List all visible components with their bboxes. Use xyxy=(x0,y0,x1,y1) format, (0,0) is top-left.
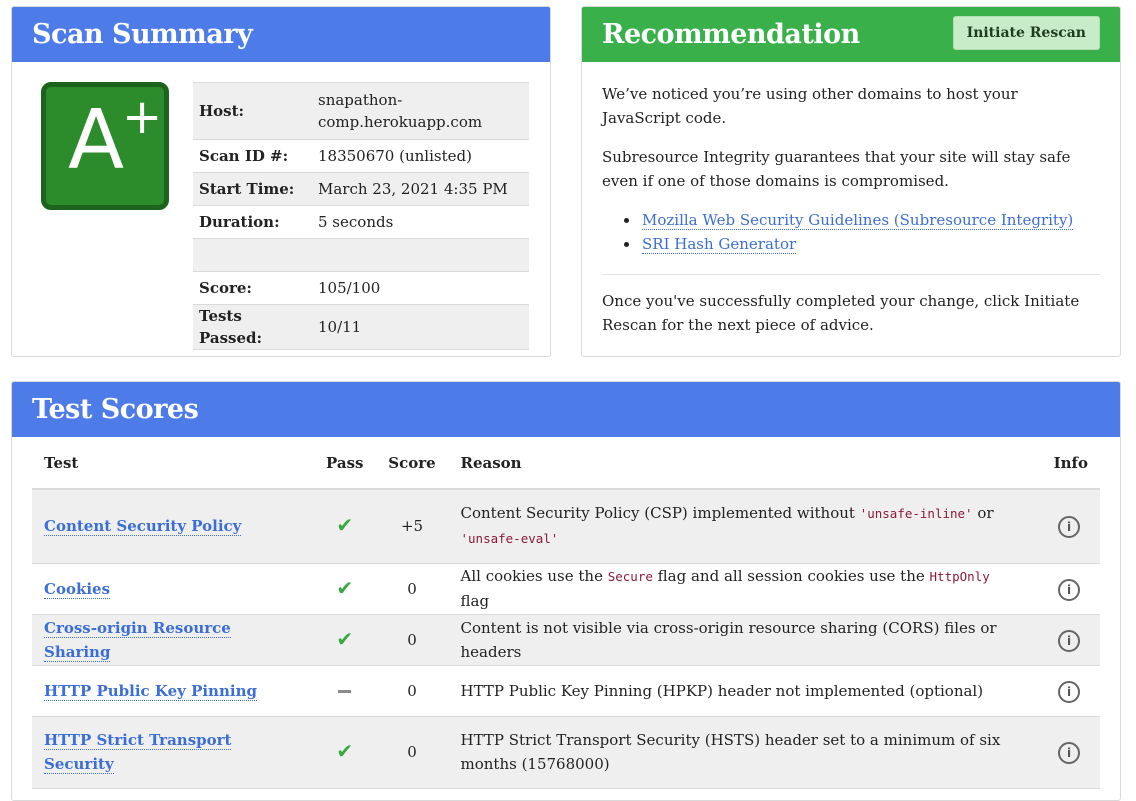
score-cell: 0 xyxy=(375,665,449,717)
reason-cell: All cookies use the Secure flag and all … xyxy=(448,563,1030,615)
table-row: Content Security Policy ✔ +5 Content Sec… xyxy=(32,489,1100,564)
grade-letter: A xyxy=(68,93,125,188)
recommendation-text: Once you've successfully completed your … xyxy=(602,292,1080,334)
reason-cell: HTTP Public Key Pinning (HPKP) header no… xyxy=(448,665,1030,717)
mozilla-guidelines-link[interactable]: Mozilla Web Security Guidelines (Subreso… xyxy=(642,211,1074,230)
recommendation-text: We’ve noticed you’re using other domains… xyxy=(602,85,1018,127)
divider xyxy=(602,274,1100,275)
tests-passed-value: 10/11 xyxy=(312,304,529,350)
info-icon[interactable]: i xyxy=(1058,578,1080,601)
test-link-cookies[interactable]: Cookies xyxy=(44,579,111,599)
reason-text: flag and all session cookies use the xyxy=(652,567,930,585)
dash-icon xyxy=(338,690,352,693)
col-header-info: Info xyxy=(1030,437,1100,490)
recommendation-text: Subresource Integrity guarantees that yo… xyxy=(602,148,1071,190)
test-link-cors[interactable]: Cross-origin Resource Sharing xyxy=(44,618,231,662)
code-text: Secure xyxy=(607,569,653,584)
score-cell: 0 xyxy=(375,716,449,789)
initiate-rescan-button[interactable]: Initiate Rescan xyxy=(952,16,1100,50)
duration-label: Duration: xyxy=(193,205,312,239)
reason-text: Content Security Policy (CSP) implemente… xyxy=(460,504,860,523)
score-cell: 0 xyxy=(375,563,449,615)
code-text: 'unsafe-inline' xyxy=(859,506,973,522)
recommendation-title: Recommendation xyxy=(602,19,860,50)
duration-value: 5 seconds xyxy=(312,205,529,239)
start-time-label: Start Time: xyxy=(193,172,312,206)
host-label: Host: xyxy=(193,82,312,140)
test-link-csp[interactable]: Content Security Policy xyxy=(44,517,242,537)
recommendation-panel: Recommendation Initiate Rescan We’ve not… xyxy=(581,6,1121,357)
reason-text: or xyxy=(972,504,994,523)
code-text: HttpOnly xyxy=(929,569,990,584)
host-value: snapathon-comp.herokuapp.com xyxy=(312,82,529,140)
test-scores-table: Test Pass Score Reason Info Content Secu… xyxy=(32,437,1100,789)
test-scores-title: Test Scores xyxy=(12,382,1120,437)
scan-summary-title: Scan Summary xyxy=(12,7,550,62)
info-icon[interactable]: i xyxy=(1058,629,1080,652)
start-time-value: March 23, 2021 4:35 PM xyxy=(312,172,529,206)
list-item: Mozilla Web Security Guidelines (Subreso… xyxy=(622,208,1100,232)
recommendation-links: Mozilla Web Security Guidelines (Subreso… xyxy=(602,208,1100,256)
recommendation-header: Recommendation Initiate Rescan xyxy=(582,7,1120,62)
test-link-hsts[interactable]: HTTP Strict Transport Security xyxy=(44,731,232,774)
info-icon[interactable]: i xyxy=(1058,516,1080,539)
info-icon[interactable]: i xyxy=(1058,680,1080,703)
recommendation-body: We’ve noticed you’re using other domains… xyxy=(582,62,1120,337)
reason-text: flag xyxy=(460,592,490,610)
scan-info-table: Host: snapathon-comp.herokuapp.com Scan … xyxy=(193,82,529,350)
score-cell: +5 xyxy=(375,489,449,564)
score-label: Score: xyxy=(193,271,312,305)
empty-cell xyxy=(193,238,312,272)
sri-hash-generator-link[interactable]: SRI Hash Generator xyxy=(642,235,797,254)
table-row: Cookies ✔ 0 All cookies use the Secure f… xyxy=(32,563,1100,615)
score-value: 105/100 xyxy=(312,271,529,305)
test-scores-panel: Test Scores Test Pass Score Reason Info … xyxy=(11,381,1121,801)
table-row: HTTP Public Key Pinning 0 HTTP Public Ke… xyxy=(32,665,1100,717)
reason-text: All cookies use the xyxy=(460,567,608,585)
col-header-score: Score xyxy=(375,437,449,490)
list-item: SRI Hash Generator xyxy=(622,232,1100,256)
check-icon: ✔ xyxy=(336,739,354,763)
tests-passed-label: Tests Passed: xyxy=(193,304,312,350)
table-row: HTTP Strict Transport Security ✔ 0 HTTP … xyxy=(32,716,1100,789)
check-icon: ✔ xyxy=(336,575,354,600)
reason-cell: Content is not visible via cross-origin … xyxy=(448,614,1030,666)
info-icon[interactable]: i xyxy=(1058,742,1080,764)
score-cell: 0 xyxy=(375,614,449,666)
grade-badge: A + xyxy=(41,82,169,210)
scan-id-value: 18350670 (unlisted) xyxy=(312,139,529,173)
test-link-hpkp[interactable]: HTTP Public Key Pinning xyxy=(44,681,257,701)
check-icon: ✔ xyxy=(336,626,354,651)
empty-cell xyxy=(312,238,529,272)
col-header-test: Test xyxy=(32,437,314,490)
reason-cell: Content Security Policy (CSP) implemente… xyxy=(448,489,1030,564)
code-text: 'unsafe-eval' xyxy=(460,531,559,547)
col-header-reason: Reason xyxy=(448,437,1030,490)
reason-cell: HTTP Strict Transport Security (HSTS) he… xyxy=(448,716,1030,789)
scan-summary-panel: Scan Summary A + Host: snapathon-comp.he… xyxy=(11,6,551,357)
table-row: Cross-origin Resource Sharing ✔ 0 Conten… xyxy=(32,614,1100,666)
grade-modifier: + xyxy=(122,89,163,145)
check-icon: ✔ xyxy=(336,513,354,538)
scan-id-label: Scan ID #: xyxy=(193,139,312,173)
col-header-pass: Pass xyxy=(314,437,376,490)
